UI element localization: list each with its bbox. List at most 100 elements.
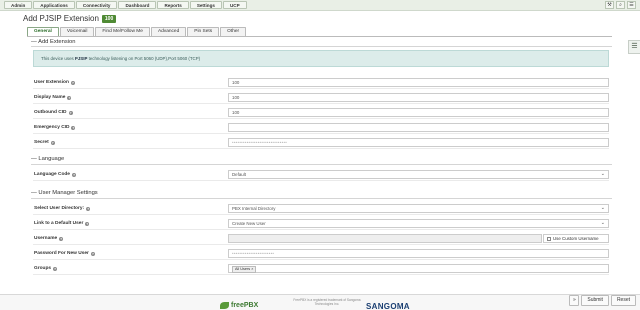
password-new-user-input[interactable]: ••••••••••••••••••••••• bbox=[228, 249, 609, 258]
tab-find-me-follow-me[interactable]: Find Me/Follow Me bbox=[95, 27, 150, 36]
label-password-new-user-text: Password For New User bbox=[34, 251, 89, 256]
language-code-value: Default bbox=[232, 172, 246, 177]
extension-badge: 100 bbox=[101, 14, 117, 23]
list-toggle-icon[interactable]: ☰ bbox=[628, 40, 640, 54]
label-groups: Groups? bbox=[34, 266, 58, 271]
freepbx-logo: freePBX bbox=[220, 302, 258, 309]
help-icon[interactable]: ? bbox=[71, 172, 76, 177]
row-display-name: Display Name? 100 bbox=[33, 91, 609, 104]
label-language-code-text: Language Code bbox=[34, 172, 70, 177]
label-secret-text: Secret bbox=[34, 140, 49, 145]
info-prefix: This device uses bbox=[41, 56, 75, 61]
row-emergency-cid: Emergency CID? bbox=[33, 121, 609, 134]
help-icon[interactable]: ? bbox=[59, 236, 64, 241]
user-directory-select[interactable]: PBX Internal Directory ⌄ bbox=[228, 204, 609, 213]
section-add-extension[interactable]: — Add Extension bbox=[31, 39, 75, 45]
row-outbound-cid: Outbound CID? 100 bbox=[33, 106, 609, 119]
outbound-cid-input[interactable]: 100 bbox=[228, 108, 609, 117]
label-display-name: Display Name? bbox=[34, 95, 72, 100]
info-tech: PJSIP bbox=[74, 56, 88, 61]
extension-tabs: General Voicemail Find Me/Follow Me Adva… bbox=[27, 27, 247, 36]
row-username: Username? Use Custom Username bbox=[33, 232, 609, 245]
nav-admin[interactable]: Admin bbox=[4, 1, 33, 9]
nav-applications[interactable]: Applications bbox=[33, 1, 75, 9]
label-outbound-cid-text: Outbound CID bbox=[34, 110, 67, 115]
row-secret: Secret? •••••••••••••••••••••••••••••• bbox=[33, 136, 609, 149]
section-divider bbox=[31, 164, 612, 165]
main-menu: Admin Applications Connectivity Dashboar… bbox=[4, 1, 247, 9]
help-icon[interactable]: ? bbox=[71, 125, 76, 130]
help-icon[interactable]: ? bbox=[50, 140, 55, 145]
emergency-cid-input[interactable] bbox=[228, 123, 609, 132]
collapse-arrow-button[interactable]: » bbox=[569, 295, 580, 306]
label-username: Username? bbox=[34, 236, 64, 241]
groups-multiselect[interactable]: All Users × bbox=[228, 264, 609, 273]
page-title-text: Add PJSIP Extension bbox=[23, 14, 99, 23]
label-username-text: Username bbox=[34, 236, 58, 241]
tab-general[interactable]: General bbox=[27, 27, 59, 36]
secret-input[interactable]: •••••••••••••••••••••••••••••• bbox=[228, 138, 609, 147]
row-language-code: Language Code? Default ⌄ bbox=[33, 168, 609, 181]
help-icon[interactable]: ? bbox=[85, 221, 90, 226]
tools-icon[interactable]: ⚒ bbox=[605, 1, 614, 9]
row-link-default-user: Link to a Default User? Create New User ⌄ bbox=[33, 217, 609, 230]
row-password-new-user: Password For New User? •••••••••••••••••… bbox=[33, 247, 609, 260]
label-user-directory: Select User Directory:? bbox=[34, 206, 91, 211]
footer-copyright: FreePBX is a registered trademark of San… bbox=[293, 298, 361, 306]
chevron-down-icon: ⌄ bbox=[600, 171, 605, 177]
menu-icon[interactable]: ☰ bbox=[627, 1, 636, 9]
top-nav-bar: Admin Applications Connectivity Dashboar… bbox=[0, 0, 640, 11]
tab-pin-sets[interactable]: Pin Sets bbox=[187, 27, 220, 36]
username-input[interactable] bbox=[228, 234, 542, 243]
label-emergency-cid-text: Emergency CID bbox=[34, 125, 70, 130]
chevron-down-icon: ⌄ bbox=[600, 220, 605, 226]
submit-button[interactable]: Submit bbox=[581, 295, 609, 306]
tab-advanced[interactable]: Advanced bbox=[150, 27, 187, 36]
help-icon[interactable]: ? bbox=[90, 251, 95, 256]
group-tag-all-users[interactable]: All Users × bbox=[232, 266, 257, 273]
use-custom-username[interactable]: Use Custom Username bbox=[543, 234, 609, 243]
label-link-default-user-text: Link to a Default User bbox=[34, 221, 84, 226]
tab-other[interactable]: Other bbox=[220, 27, 247, 36]
label-outbound-cid: Outbound CID? bbox=[34, 110, 73, 115]
label-password-new-user: Password For New User? bbox=[34, 251, 95, 256]
label-language-code: Language Code? bbox=[34, 172, 76, 177]
label-user-extension: User Extension? bbox=[34, 80, 75, 85]
label-user-directory-text: Select User Directory: bbox=[34, 206, 85, 211]
row-groups: Groups? All Users × bbox=[33, 262, 609, 275]
nav-dashboard[interactable]: Dashboard bbox=[118, 1, 157, 9]
language-code-select[interactable]: Default ⌄ bbox=[228, 170, 609, 179]
section-user-manager-label: User Manager Settings bbox=[38, 190, 98, 196]
nav-reports[interactable]: Reports bbox=[157, 1, 189, 9]
tab-divider bbox=[27, 36, 612, 37]
user-directory-value: PBX Internal Directory bbox=[232, 206, 276, 211]
nav-ucp[interactable]: UCP bbox=[222, 1, 247, 9]
info-suffix: technology listening on Port 5060 (UDP),… bbox=[87, 56, 201, 61]
label-display-name-text: Display Name bbox=[34, 95, 66, 100]
freepbx-logo-text: freePBX bbox=[231, 302, 259, 309]
help-icon[interactable]: ? bbox=[70, 80, 75, 85]
label-link-default-user: Link to a Default User? bbox=[34, 221, 90, 226]
section-language[interactable]: — Language bbox=[31, 156, 64, 162]
label-emergency-cid: Emergency CID? bbox=[34, 125, 76, 130]
use-custom-username-checkbox[interactable] bbox=[547, 236, 551, 241]
tab-voicemail[interactable]: Voicemail bbox=[59, 27, 95, 36]
link-default-user-select[interactable]: Create New User ⌄ bbox=[228, 219, 609, 228]
user-extension-input[interactable]: 100 bbox=[228, 78, 609, 87]
reset-button[interactable]: Reset bbox=[610, 295, 636, 306]
link-default-user-value: Create New User bbox=[232, 221, 266, 226]
help-icon[interactable]: ? bbox=[68, 110, 73, 115]
nav-settings[interactable]: Settings bbox=[189, 1, 222, 9]
label-user-extension-text: User Extension bbox=[34, 80, 69, 85]
top-icons: ⚒ ⌕ ☰ bbox=[605, 1, 636, 9]
row-user-extension: User Extension? 100 bbox=[33, 76, 609, 89]
label-groups-text: Groups bbox=[34, 266, 52, 271]
display-name-input[interactable]: 100 bbox=[228, 93, 609, 102]
help-icon[interactable]: ? bbox=[86, 206, 91, 211]
help-icon[interactable]: ? bbox=[53, 266, 58, 271]
help-icon[interactable]: ? bbox=[67, 95, 72, 100]
action-buttons: » Submit Reset bbox=[569, 295, 636, 306]
section-user-manager[interactable]: — User Manager Settings bbox=[31, 190, 98, 196]
nav-connectivity[interactable]: Connectivity bbox=[75, 1, 118, 9]
search-icon[interactable]: ⌕ bbox=[616, 1, 625, 9]
